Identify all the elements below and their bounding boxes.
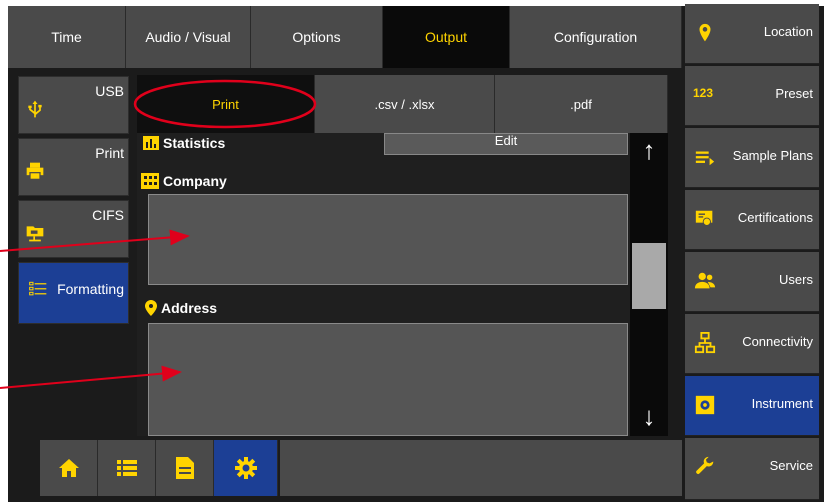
edit-label: Edit [494,133,518,148]
tab-label: Output [424,29,468,45]
tab-output[interactable]: Output [383,6,510,68]
list-icon [116,460,137,476]
nav-instrument[interactable]: Instrument [685,376,819,436]
nav-users[interactable]: Users [685,252,819,312]
tab-configuration[interactable]: Configuration [510,6,682,68]
location-pin-icon [699,23,711,42]
tab-label: Options [292,29,341,45]
document-icon [175,457,194,479]
printer-icon [26,162,44,180]
statistics-heading: Statistics [143,135,225,151]
address-label: Address [161,300,218,316]
network-folder-icon [26,226,44,242]
subtab-label: Print [212,96,239,112]
settings-button[interactable] [214,440,278,496]
preset-123-icon: 123 [693,86,714,100]
side-tab-formatting[interactable]: Formatting [18,262,129,324]
company-label: Company [163,173,227,189]
subtab-label: .csv / .xlsx [374,96,435,112]
nav-location[interactable]: Location [685,4,819,64]
side-tab-cifs[interactable]: CIFS [18,200,129,258]
document-button[interactable] [156,440,214,496]
subtab-csv-xlsx[interactable]: .csv / .xlsx [315,75,495,133]
side-tab-print[interactable]: Print [18,138,129,196]
list-button[interactable] [98,440,156,496]
tab-label: Audio / Visual [145,29,231,45]
subtab-print[interactable]: Print [137,75,315,133]
scroll-down-arrow-icon[interactable]: ↓ [630,401,668,432]
tab-label: Time [51,29,82,45]
side-tab-label: Formatting [57,281,124,297]
bottom-bar-empty [280,440,682,496]
subtab-label: .pdf [570,96,592,112]
tab-options[interactable]: Options [251,6,383,68]
side-tab-label: USB [95,83,124,99]
tab-time[interactable]: Time [8,6,126,68]
scroll-up-arrow-icon[interactable]: ↑ [630,135,668,166]
company-field[interactable] [148,194,628,285]
tab-audio-visual[interactable]: Audio / Visual [126,6,251,68]
home-icon [58,459,79,477]
edit-button[interactable]: Edit [384,133,628,155]
address-heading: Address [145,300,217,316]
side-tab-usb[interactable]: USB [18,76,129,134]
certificate-icon [695,210,713,226]
users-icon [694,272,716,289]
settings-gear-icon [234,457,257,479]
instrument-gear-icon [695,395,715,415]
side-tab-label: CIFS [92,207,124,223]
usb-icon [28,100,42,118]
nav-sample-plans[interactable]: Sample Plans [685,128,819,188]
nav-label: Instrument [751,396,813,411]
nav-label: Service [769,458,813,473]
scroll-thumb[interactable] [632,243,666,309]
side-tab-label: Print [95,145,124,161]
company-heading: Company [141,173,227,189]
nav-connectivity[interactable]: Connectivity [685,314,819,374]
wrench-icon [696,456,714,474]
subtab-pdf[interactable]: .pdf [495,75,668,133]
bar-chart-icon [143,136,159,150]
home-button[interactable] [40,440,98,496]
nav-service[interactable]: Service [685,438,819,500]
tab-label: Configuration [553,29,638,45]
building-icon [141,173,159,189]
network-icon [694,332,716,354]
nav-label: Preset [775,86,813,101]
statistics-label: Statistics [163,135,226,151]
content-scrollbar[interactable]: ↑ ↓ [630,133,668,436]
nav-label: Sample Plans [732,148,813,163]
sample-plans-icon [695,151,715,166]
nav-label: Connectivity [742,334,813,349]
address-pin-icon [145,300,157,316]
formatting-list-icon [29,281,47,296]
nav-label: Users [779,272,813,287]
nav-label: Location [763,24,813,39]
nav-certifications[interactable]: Certifications [685,190,819,250]
nav-label: Certifications [737,210,813,225]
nav-preset[interactable]: 123 Preset [685,66,819,126]
address-field[interactable] [148,323,628,436]
